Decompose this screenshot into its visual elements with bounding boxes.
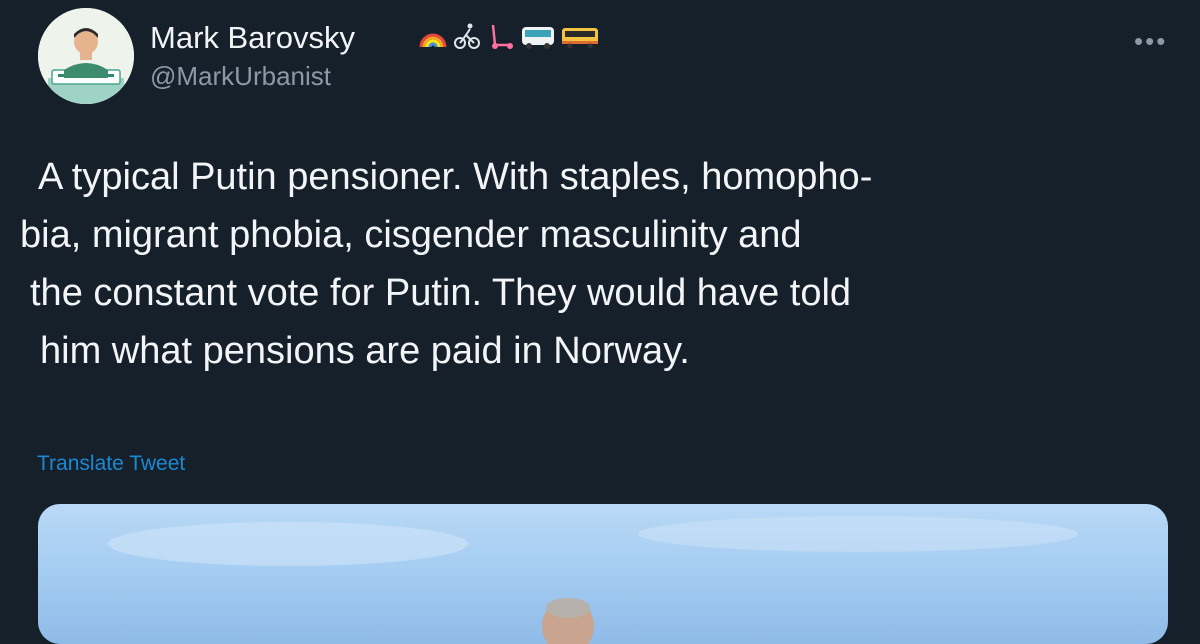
tweet-text-line: the constant vote for Putin. They would … <box>30 272 852 314</box>
avatar[interactable] <box>38 8 134 104</box>
scooter-icon <box>486 21 516 56</box>
more-options-button[interactable]: ••• <box>1134 26 1167 57</box>
rainbow-icon <box>418 21 448 56</box>
name-emoji-row <box>418 20 600 56</box>
translate-tweet-link[interactable]: Translate Tweet <box>37 452 185 476</box>
tweet-media-image[interactable] <box>38 504 1168 644</box>
author-handle[interactable]: @MarkUrbanist <box>150 61 331 92</box>
author-display-name[interactable]: Mark Barovsky <box>150 20 355 56</box>
tweet-text: A typical Putin pensioner. With staples,… <box>20 148 1120 380</box>
tweet-text-line: A typical Putin pensioner. With staples,… <box>38 156 873 198</box>
avatar-image <box>38 8 134 104</box>
tweet-text-line: him what pensions are paid in Norway. <box>40 330 690 372</box>
photo-sky-and-head <box>108 516 1078 644</box>
tram-icon <box>560 21 600 56</box>
tweet-text-line: bia, migrant phobia, cisgender masculini… <box>20 214 802 256</box>
cyclist-icon <box>452 21 482 56</box>
bus-icon <box>520 21 556 56</box>
tweet-card: Mark Barovsky @MarkUrbanist ••• A typica… <box>0 0 1200 644</box>
